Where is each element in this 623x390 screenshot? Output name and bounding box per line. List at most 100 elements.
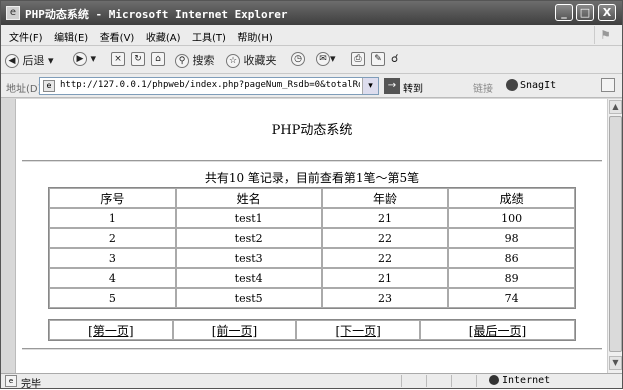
menu-bar: 文件(F) 编辑(E) 查看(V) 收藏(A) 工具(T) 帮助(H) ⚑ <box>1 25 622 46</box>
cell-age: 21 <box>321 208 449 228</box>
forward-arrow-icon: ▶ <box>73 52 87 66</box>
cell-id: 4 <box>49 268 176 288</box>
status-divider <box>451 375 452 387</box>
scroll-thumb[interactable] <box>609 116 622 352</box>
messenger-button[interactable]: ☌ <box>391 52 398 65</box>
security-zone: Internet <box>489 375 550 386</box>
menu-view[interactable]: 查看(V) <box>100 29 135 44</box>
cell-age: 23 <box>321 288 449 308</box>
back-arrow-icon: ◀ <box>5 54 19 68</box>
page-icon: e <box>43 80 55 92</box>
vertical-scrollbar[interactable]: ▲ ▼ <box>607 99 622 373</box>
home-icon: ⌂ <box>151 52 165 66</box>
menu-help[interactable]: 帮助(H) <box>237 29 272 44</box>
menu-file[interactable]: 文件(F) <box>9 29 43 44</box>
status-divider <box>426 375 427 387</box>
table-row: 1 test1 21 100 <box>49 208 575 228</box>
maximize-button[interactable]: □ <box>576 4 594 21</box>
star-icon: ☆ <box>226 54 240 68</box>
search-icon: ⚲ <box>175 54 189 68</box>
cell-id: 1 <box>49 208 176 228</box>
column-header: 序号 <box>49 188 176 208</box>
scroll-up-icon[interactable]: ▲ <box>609 100 622 114</box>
refresh-icon: ↻ <box>131 52 145 66</box>
pager-cell: [第一页] <box>49 320 173 340</box>
cell-name: test2 <box>175 228 322 248</box>
table-row: 4 test4 21 89 <box>49 268 575 288</box>
cell-name: test1 <box>175 208 322 228</box>
close-button[interactable]: X <box>598 4 616 21</box>
go-arrow-icon[interactable]: → <box>384 78 400 94</box>
window-title: PHP动态系统 - Microsoft Internet Explorer <box>25 8 288 21</box>
cell-age: 22 <box>321 228 449 248</box>
column-header: 姓名 <box>175 188 322 208</box>
home-button[interactable]: ⌂ <box>151 52 165 66</box>
first-page-link[interactable]: [第一页] <box>88 324 133 338</box>
stop-button[interactable]: × <box>111 52 125 66</box>
cell-score: 86 <box>448 248 575 268</box>
address-dropdown-icon[interactable]: ▾ <box>362 78 378 94</box>
back-label: 后退 <box>22 54 45 67</box>
next-page-link[interactable]: [下一页] <box>335 324 380 338</box>
zone-label: Internet <box>502 375 551 386</box>
back-button[interactable]: ◀ 后退 ▾ <box>5 52 54 68</box>
title-bar: e PHP动态系统 - Microsoft Internet Explorer … <box>1 1 622 25</box>
menu-favorites[interactable]: 收藏(A) <box>146 29 181 44</box>
mail-dropdown-icon[interactable]: ▾ <box>330 52 336 65</box>
cell-score: 74 <box>448 288 575 308</box>
mail-button[interactable]: ✉ ▾ <box>316 52 336 66</box>
menu-edit[interactable]: 编辑(E) <box>54 29 88 44</box>
status-divider <box>401 375 402 387</box>
previous-page-link[interactable]: [前一页] <box>212 324 257 338</box>
scroll-down-icon[interactable]: ▼ <box>609 356 622 370</box>
address-bar: 地址(D) e http://127.0.0.1/phpweb/index.ph… <box>1 74 622 98</box>
address-input[interactable]: e http://127.0.0.1/phpweb/index.php?page… <box>39 77 379 95</box>
snagit-button[interactable]: SnagIt <box>506 79 556 91</box>
minimize-button[interactable]: _ <box>555 4 573 21</box>
messenger-icon: ☌ <box>391 52 399 65</box>
edit-button[interactable]: ✎ <box>371 52 385 66</box>
print-icon: ⎙ <box>351 52 365 66</box>
last-page-link[interactable]: [最后一页] <box>469 324 526 338</box>
forward-dropdown-icon[interactable]: ▾ <box>91 52 97 65</box>
globe-icon <box>489 375 499 385</box>
back-dropdown-icon[interactable]: ▾ <box>48 54 54 67</box>
pager: [第一页] [前一页] [下一页] [最后一页] <box>48 319 576 341</box>
windows-logo-icon: ⚑ <box>594 26 616 44</box>
status-text: 完毕 <box>21 379 41 390</box>
links-button[interactable]: 链接 <box>473 80 493 95</box>
snagit-window-icon[interactable] <box>601 78 615 92</box>
history-button[interactable]: ◷ <box>291 52 305 66</box>
cell-age: 21 <box>321 268 449 288</box>
go-button[interactable]: 转到 <box>403 80 423 95</box>
toolbar: ◀ 后退 ▾ ▶ ▾ × ↻ ⌂ ⚲ 搜索 ☆ 收藏夹 ◷ ✉ ▾ ⎙ ✎ ☌ <box>1 46 622 74</box>
snagit-icon <box>506 79 518 91</box>
menu-tools[interactable]: 工具(T) <box>192 29 226 44</box>
search-button[interactable]: ⚲ 搜索 <box>175 52 215 68</box>
browser-window: e PHP动态系统 - Microsoft Internet Explorer … <box>0 0 623 390</box>
history-icon: ◷ <box>291 52 305 66</box>
cell-name: test4 <box>175 268 322 288</box>
cell-score: 100 <box>448 208 575 228</box>
cell-age: 22 <box>321 248 449 268</box>
status-divider <box>476 375 477 387</box>
forward-button[interactable]: ▶ ▾ <box>73 52 96 66</box>
address-label: 地址(D) <box>6 84 42 95</box>
cell-score: 98 <box>448 228 575 248</box>
favorites-button[interactable]: ☆ 收藏夹 <box>226 52 277 68</box>
records-table: 序号 姓名 年龄 成绩 1 test1 21 100 2 test2 22 98… <box>48 187 576 309</box>
column-header: 成绩 <box>448 188 575 208</box>
print-button[interactable]: ⎙ <box>351 52 365 66</box>
refresh-button[interactable]: ↻ <box>131 52 145 66</box>
records-summary: 共有10 笔记录，目前查看第1笔～第5笔 <box>204 171 420 185</box>
bottom-divider <box>22 348 602 350</box>
page-content: PHP动态系统 共有10 笔记录，目前查看第1笔～第5笔 序号 姓名 年龄 成绩… <box>15 99 607 373</box>
stop-icon: × <box>111 52 125 66</box>
cell-score: 89 <box>448 268 575 288</box>
cell-id: 3 <box>49 248 176 268</box>
address-url[interactable]: http://127.0.0.1/phpweb/index.php?pageNu… <box>60 80 360 90</box>
pager-cell: [前一页] <box>172 320 297 340</box>
top-divider <box>22 160 602 162</box>
table-row: 5 test5 23 74 <box>49 288 575 308</box>
page-done-icon: e <box>5 375 17 387</box>
